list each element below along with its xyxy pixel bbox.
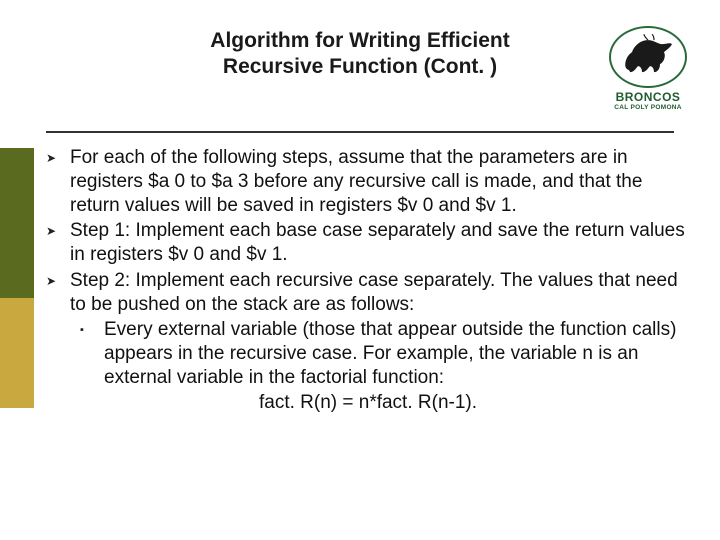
logo-oval [609,26,687,88]
accent-bar-gold [0,298,34,408]
title-line-1: Algorithm for Writing Efficient [210,29,509,52]
bullet-item: ➤ For each of the following steps, assum… [46,146,690,217]
header-divider [46,131,674,133]
bullet-text: For each of the following steps, assume … [70,146,690,217]
slide: Algorithm for Writing Efficient Recursiv… [0,0,720,540]
bullet-item: ➤ Step 2: Implement each recursive case … [46,269,690,317]
bullet-text: Step 1: Implement each base case separat… [70,219,690,267]
slide-title: Algorithm for Writing Efficient Recursiv… [100,28,620,81]
sub-bullet-item: ▪ Every external variable (those that ap… [80,318,690,389]
bullet-item: ➤ Step 1: Implement each base case separ… [46,219,690,267]
title-line-2: Recursive Function (Cont. ) [223,55,497,78]
logo-brand: BRONCOS [602,90,694,104]
horse-icon [620,34,676,78]
bullet-marker-icon: ➤ [46,146,70,165]
formula-text: fact. R(n) = n*fact. R(n-1). [46,391,690,415]
bullet-marker-icon: ➤ [46,269,70,288]
sub-bullet-marker-icon: ▪ [80,318,104,336]
broncos-logo: BRONCOS CAL POLY POMONA [602,26,694,111]
accent-bar-green [0,148,34,298]
bullet-text: Step 2: Implement each recursive case se… [70,269,690,317]
sub-bullet-text: Every external variable (those that appe… [104,318,690,389]
logo-subbrand: CAL POLY POMONA [602,104,694,111]
left-accent-bar [0,148,34,408]
bullet-marker-icon: ➤ [46,219,70,238]
content-area: ➤ For each of the following steps, assum… [46,146,690,414]
